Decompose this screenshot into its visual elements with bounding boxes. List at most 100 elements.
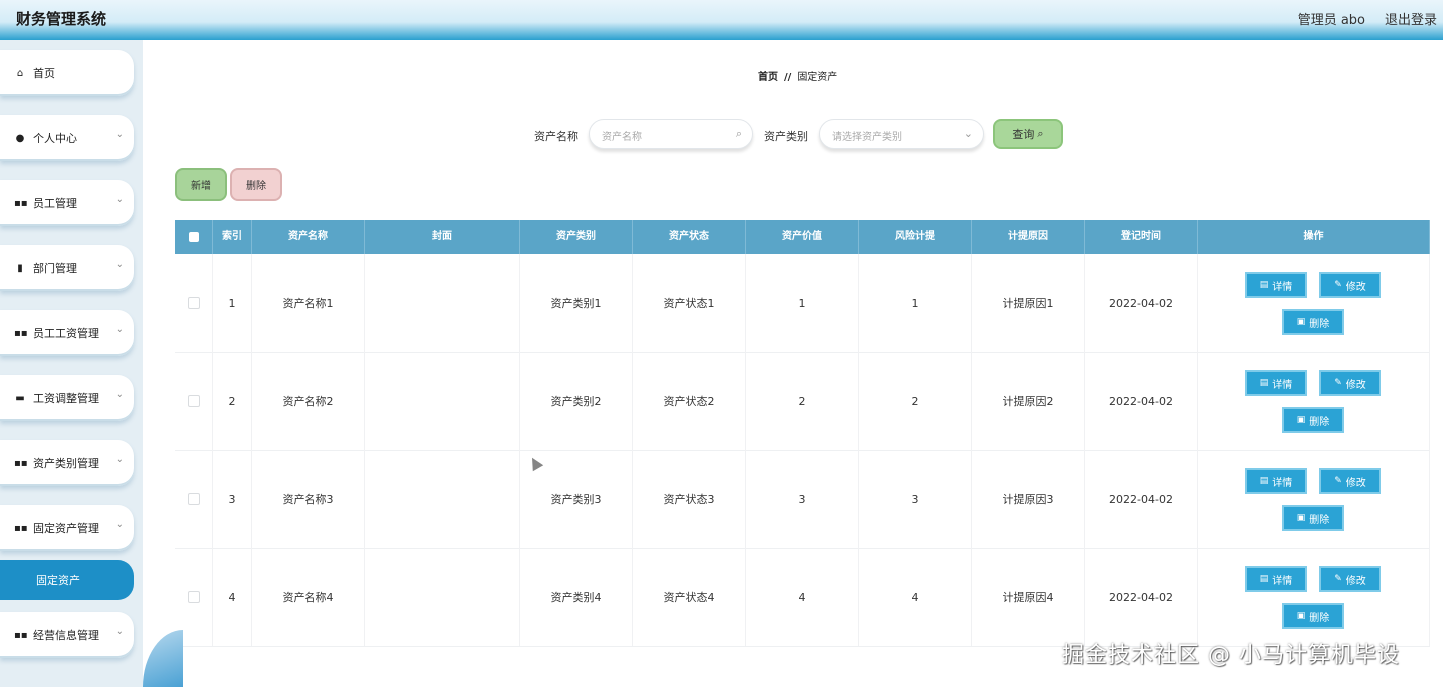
- asset-name-label: 资产名称: [534, 130, 578, 143]
- chevron-down-icon: ⌄: [115, 389, 124, 400]
- asset-category-label: 资产类别: [764, 130, 808, 143]
- chevron-down-icon: ⌄: [115, 194, 124, 205]
- header-operations: 操作: [1198, 220, 1430, 254]
- home-icon: ⌂: [16, 67, 24, 79]
- detail-button[interactable]: ▤ 详情: [1245, 566, 1307, 592]
- table-row: 2 资产名称2 资产类别2 资产状态2 2 2 计提原因2 2022-04-02 ▤ 详情 ✎ 修改 ▣…: [175, 352, 1430, 451]
- search-icon: ⌕: [1037, 127, 1044, 140]
- document-icon: ▤: [1259, 574, 1269, 584]
- chevron-down-icon: ⌄: [115, 129, 124, 140]
- asset-category-cell: 资产类别1: [520, 254, 633, 352]
- header-asset-value: 资产价值: [746, 220, 859, 254]
- query-button-label: 查询: [1012, 128, 1035, 141]
- asset-category-select[interactable]: 请选择资产类别 ⌄: [819, 119, 984, 149]
- cover-cell: [365, 352, 520, 450]
- row-checkbox[interactable]: [187, 297, 200, 309]
- header-register-time: 登记时间: [1085, 220, 1198, 254]
- delete-button[interactable]: ▣ 删除: [1282, 407, 1344, 433]
- edit-icon: ✎: [1334, 574, 1342, 584]
- asset-status-cell: 资产状态4: [633, 548, 746, 646]
- risk-provision-cell: 4: [859, 548, 972, 646]
- sidebar-item[interactable]: ▪▪ 员工工资管理 ⌄: [0, 310, 134, 356]
- register-time-cell: 2022-04-02: [1085, 450, 1198, 548]
- table-row: 3 资产名称3 资产类别3 资产状态3 3 3 计提原因3 2022-04-02 ▤ 详情 ✎ 修改 ▣…: [175, 450, 1430, 549]
- edit-button[interactable]: ✎ 修改: [1319, 468, 1381, 494]
- sidebar-item[interactable]: ▪▪ 经营信息管理 ⌄: [0, 612, 134, 658]
- operations-cell: ▤ 详情 ✎ 修改 ▣ 删除: [1198, 450, 1430, 548]
- row-checkbox[interactable]: [187, 395, 200, 407]
- row-checkbox[interactable]: [187, 493, 200, 505]
- provision-reason-cell: 计提原因1: [972, 254, 1085, 352]
- edit-button[interactable]: ✎ 修改: [1319, 272, 1381, 298]
- asset-category-cell: 资产类别4: [520, 548, 633, 646]
- sidebar-item-label: 员工管理: [33, 197, 77, 210]
- header-checkbox-cell: [175, 220, 213, 254]
- table-header: 索引 资产名称 封面 资产类别 资产状态 资产价值 风险计提 计提原因 登记时间 操作: [175, 220, 1430, 254]
- sidebar-item-label: 经营信息管理: [33, 629, 99, 642]
- app-title: 财务管理系统: [16, 10, 107, 28]
- asset-name-cell: 资产名称3: [252, 450, 365, 548]
- edit-icon: ✎: [1334, 280, 1342, 290]
- add-button[interactable]: 新增: [175, 168, 227, 201]
- bar-chart-icon: ▮: [17, 262, 23, 274]
- delete-button-label: 删除: [1309, 318, 1330, 330]
- header-risk-provision: 风险计提: [859, 220, 972, 254]
- delete-button[interactable]: ▣ 删除: [1282, 603, 1344, 629]
- select-all-checkbox[interactable]: [189, 232, 199, 242]
- query-button[interactable]: 查询 ⌕: [993, 119, 1063, 149]
- index-cell: 4: [213, 548, 252, 646]
- sidebar-item[interactable]: ⌂ 首页: [0, 50, 134, 96]
- header-cover: 封面: [365, 220, 520, 254]
- sidebar-item[interactable]: ▮ 部门管理 ⌄: [0, 245, 134, 291]
- operations-cell: ▤ 详情 ✎ 修改 ▣ 删除: [1198, 254, 1430, 352]
- delete-button[interactable]: ▣ 删除: [1282, 505, 1344, 531]
- asset-status-cell: 资产状态3: [633, 450, 746, 548]
- table-row: 1 资产名称1 资产类别1 资产状态1 1 1 计提原因1 2022-04-02 ▤ 详情 ✎ 修改 ▣…: [175, 254, 1430, 353]
- sidebar-item[interactable]: ▪▪ 资产类别管理 ⌄: [0, 440, 134, 486]
- sidebar-item[interactable]: ▪▪ 员工管理 ⌄: [0, 180, 134, 226]
- sidebar-item-label: 工资调整管理: [33, 392, 99, 405]
- index-cell: 2: [213, 352, 252, 450]
- grid-icon: ▪▪: [14, 327, 28, 339]
- logout-link[interactable]: 退出登录: [1385, 9, 1437, 28]
- asset-category-placeholder: 请选择资产类别: [832, 132, 902, 143]
- edit-button[interactable]: ✎ 修改: [1319, 370, 1381, 396]
- sidebar-item-label: 固定资产管理: [33, 522, 99, 535]
- sidebar-item-label: 首页: [33, 67, 55, 80]
- header-provision-reason: 计提原因: [972, 220, 1085, 254]
- breadcrumb-home[interactable]: 首页: [758, 72, 778, 83]
- delete-button-label: 删除: [1309, 612, 1330, 624]
- batch-delete-button[interactable]: 删除: [230, 168, 282, 201]
- index-cell: 3: [213, 450, 252, 548]
- asset-name-input[interactable]: 资产名称 ⌕: [589, 119, 753, 149]
- register-time-cell: 2022-04-02: [1085, 352, 1198, 450]
- grid-icon: ▪▪: [14, 522, 28, 534]
- chevron-down-icon: ⌄: [115, 454, 124, 465]
- sidebar-item[interactable]: ● 个人中心 ⌄: [0, 115, 134, 161]
- header-asset-name: 资产名称: [252, 220, 365, 254]
- detail-button[interactable]: ▤ 详情: [1245, 468, 1307, 494]
- detail-button[interactable]: ▤ 详情: [1245, 370, 1307, 396]
- top-bar: 财务管理系统 管理员 abo 退出登录: [0, 0, 1443, 40]
- header-asset-category: 资产类别: [520, 220, 633, 254]
- detail-button-label: 详情: [1272, 379, 1293, 391]
- asset-name-cell: 资产名称4: [252, 548, 365, 646]
- edit-icon: ✎: [1334, 378, 1342, 388]
- breadcrumb-current: 固定资产: [797, 72, 838, 83]
- edit-button[interactable]: ✎ 修改: [1319, 566, 1381, 592]
- header-asset-status: 资产状态: [633, 220, 746, 254]
- sidebar-item[interactable]: ▪▪ 固定资产管理 ⌄: [0, 505, 134, 551]
- detail-button[interactable]: ▤ 详情: [1245, 272, 1307, 298]
- sidebar-subitem-fixed-assets[interactable]: 固定资产: [0, 560, 134, 600]
- clipboard-icon: ▬: [15, 392, 25, 404]
- asset-status-cell: 资产状态2: [633, 352, 746, 450]
- document-icon: ▤: [1259, 378, 1269, 388]
- sidebar-item-label: 员工工资管理: [33, 327, 99, 340]
- risk-provision-cell: 1: [859, 254, 972, 352]
- delete-button-label: 删除: [1309, 514, 1330, 526]
- row-checkbox[interactable]: [187, 591, 200, 603]
- sidebar-item[interactable]: ▬ 工资调整管理 ⌄: [0, 375, 134, 421]
- delete-button[interactable]: ▣ 删除: [1282, 309, 1344, 335]
- checkbox-cell: [175, 352, 213, 450]
- document-icon: ▤: [1259, 476, 1269, 486]
